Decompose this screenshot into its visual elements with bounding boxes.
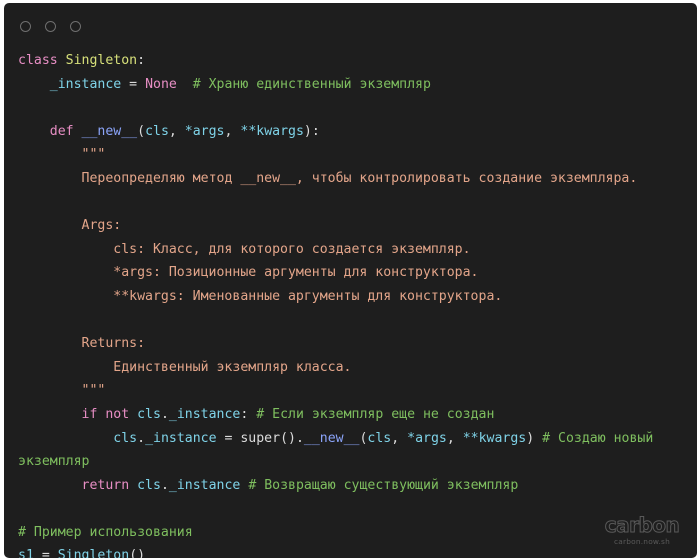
code-token: Returns: bbox=[18, 336, 146, 352]
code-token: cls bbox=[137, 406, 161, 422]
code-line: # Пример использования bbox=[18, 525, 193, 540]
code-line: return cls._instance # Возвращаю существ… bbox=[18, 477, 519, 493]
code-token: ) bbox=[526, 430, 543, 446]
code-token: def bbox=[49, 123, 82, 139]
code-window: class Singleton: _instance = None # Хран… bbox=[4, 3, 697, 558]
code-line: def __new__(cls, *args, **kwargs): bbox=[18, 124, 320, 139]
code-line: Args: bbox=[18, 218, 122, 234]
code-token: # Храню единственный экземпляр bbox=[192, 76, 431, 92]
code-line: class Singleton: bbox=[18, 53, 145, 68]
minimize-button-icon[interactable] bbox=[45, 20, 56, 32]
code-token: Единственный экземпляр класса. bbox=[18, 359, 352, 375]
code-token: (). bbox=[280, 430, 304, 446]
code-token: *args bbox=[184, 123, 225, 139]
code-token: ): bbox=[303, 123, 320, 139]
code-line: _instance = None # Храню единственный эк… bbox=[18, 77, 431, 92]
code-token: """ bbox=[18, 147, 106, 163]
code-token: : bbox=[137, 53, 146, 68]
code-token: **kwargs bbox=[240, 123, 304, 139]
code-token: = bbox=[121, 76, 146, 92]
code-token: Singleton bbox=[65, 53, 138, 68]
code-token: = bbox=[216, 430, 241, 446]
code-token: Args: bbox=[18, 218, 122, 234]
code-token: , bbox=[168, 123, 185, 139]
code-line: **kwargs: Именованные аргументы для конс… bbox=[18, 289, 502, 304]
code-token: _instance bbox=[168, 477, 241, 493]
code-line: Единственный экземпляр класса. bbox=[18, 360, 351, 375]
code-token: Singleton bbox=[57, 548, 130, 558]
code-block[interactable]: class Singleton: _instance = None # Хран… bbox=[4, 41, 697, 558]
close-button-icon[interactable] bbox=[20, 20, 31, 32]
code-token: """ bbox=[18, 383, 106, 399]
code-line: cls: Класс, для которого создается экзем… bbox=[18, 241, 471, 257]
code-token: . bbox=[160, 406, 169, 422]
code-token: _instance bbox=[168, 406, 241, 422]
code-token: **kwargs: Именованные аргументы для конс… bbox=[18, 288, 503, 304]
code-token: class bbox=[18, 53, 66, 68]
code-token: : bbox=[240, 406, 257, 422]
maximize-button-icon[interactable] bbox=[70, 20, 81, 32]
code-token: . bbox=[160, 477, 169, 493]
code-token: , bbox=[446, 430, 463, 446]
code-token: **kwargs bbox=[462, 430, 527, 446]
code-token: # Пример использования bbox=[18, 524, 193, 540]
code-token: cls: Класс, для которого создается экзем… bbox=[18, 241, 471, 257]
code-token: cls bbox=[145, 123, 169, 139]
code-token: s1 bbox=[18, 548, 34, 558]
code-line: *args: Позиционные аргументы для констру… bbox=[18, 265, 479, 281]
code-token: __new__ bbox=[81, 123, 138, 139]
code-token: _instance bbox=[49, 76, 122, 92]
code-token: . bbox=[137, 430, 146, 446]
code-token: *args bbox=[407, 430, 447, 446]
code-token: # Если экземпляр еще не создан bbox=[256, 406, 495, 422]
code-token: *args: Позиционные аргументы для констру… bbox=[18, 265, 479, 281]
code-token: None bbox=[145, 76, 177, 92]
code-token: cls bbox=[367, 430, 392, 446]
code-token: cls bbox=[113, 430, 138, 446]
code-token: super bbox=[240, 430, 281, 446]
code-token: return bbox=[81, 477, 138, 493]
code-line: s1 = Singleton() bbox=[18, 548, 145, 558]
code-line: """ bbox=[18, 147, 106, 163]
code-token: Переопределяю метод __new__, чтобы контр… bbox=[18, 170, 638, 186]
code-token: # Возвращаю существующий экземпляр bbox=[248, 477, 519, 493]
code-token: () bbox=[129, 548, 146, 558]
code-token: ( bbox=[137, 123, 146, 139]
code-token: = bbox=[33, 548, 58, 558]
code-line: cls._instance = super().__new__(cls, *ar… bbox=[18, 431, 661, 470]
code-line: """ bbox=[18, 383, 106, 399]
code-token: , bbox=[224, 123, 241, 139]
code-token: , bbox=[391, 430, 408, 446]
code-line: if not cls._instance: # Если экземпляр е… bbox=[18, 406, 495, 422]
window-titlebar bbox=[4, 3, 697, 41]
code-token: __new__ bbox=[303, 430, 360, 446]
code-token: _instance bbox=[145, 430, 217, 446]
code-line: Переопределяю метод __new__, чтобы контр… bbox=[18, 170, 638, 186]
code-token: if not bbox=[81, 406, 138, 422]
code-line: Returns: bbox=[18, 336, 146, 352]
code-token: cls bbox=[137, 477, 161, 493]
